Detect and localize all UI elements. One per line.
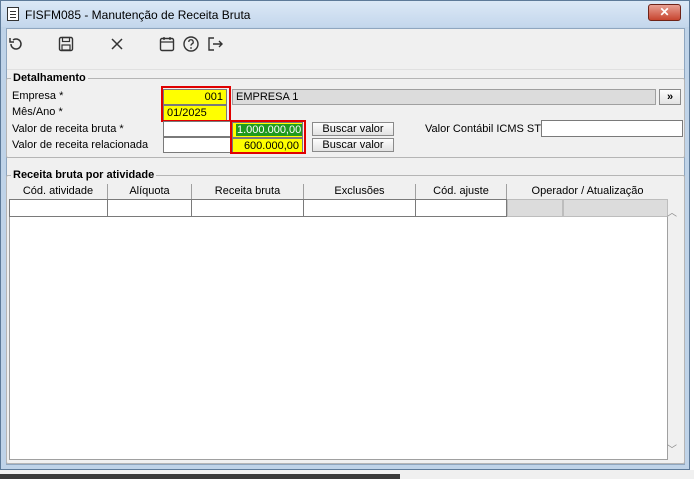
close-icon[interactable] (108, 35, 126, 53)
column-header[interactable]: Operador / Atualização (507, 184, 668, 199)
detalhamento-legend: Detalhamento (13, 72, 86, 84)
column-header[interactable]: Cód. ajuste (416, 184, 507, 199)
receita-atividade-grid[interactable] (9, 184, 668, 460)
grid-cell-exclusoes[interactable] (303, 199, 416, 217)
receita-atividade-legend: Receita bruta por atividade (13, 169, 155, 181)
grid-cell-cod-atividade[interactable] (9, 199, 108, 217)
refresh-icon[interactable] (7, 35, 25, 53)
empresa-name-field: EMPRESA 1 (232, 89, 656, 105)
valor-receita-relacionada-blank (163, 137, 231, 153)
column-header[interactable]: Cód. atividade (9, 184, 108, 199)
column-header[interactable]: Alíquota (108, 184, 192, 199)
empresa-label: Empresa * (12, 90, 64, 102)
scroll-up-icon[interactable]: ︿ (667, 204, 677, 219)
grid-cell-receita-bruta[interactable] (191, 199, 304, 217)
valor-receita-bruta-field[interactable]: 1.000.000,00 (232, 122, 303, 138)
column-header[interactable]: Receita bruta (192, 184, 304, 199)
mes-ano-label: Mês/Ano * (12, 106, 63, 118)
column-header[interactable]: Exclusões (304, 184, 416, 199)
valor-receita-relacionada-field[interactable]: 600.000,00 (232, 138, 303, 154)
grid-cell-aliquota[interactable] (107, 199, 192, 217)
buscar-valor-relacionada-button[interactable]: Buscar valor (312, 138, 394, 152)
valor-contabil-field[interactable] (541, 120, 683, 137)
toolbar-separator (7, 69, 684, 70)
buscar-valor-button[interactable]: Buscar valor (312, 122, 394, 136)
window-close-button[interactable]: ✕ (648, 4, 681, 21)
help-icon[interactable] (182, 35, 200, 53)
empresa-code-field[interactable]: 001 (163, 89, 227, 105)
document-icon (7, 7, 19, 21)
valor-receita-bruta-selection: 1.000.000,00 (236, 124, 302, 136)
exit-icon[interactable] (206, 35, 224, 53)
title-bar: FISFM085 - Manutenção de Receita Bruta ✕ (1, 1, 689, 27)
save-icon[interactable] (57, 35, 75, 53)
valor-receita-bruta-blank (163, 121, 231, 137)
valor-receita-bruta-label: Valor de receita bruta * (12, 123, 124, 135)
app-window: FISFM085 - Manutenção de Receita Bruta ✕… (0, 0, 690, 470)
window-title: FISFM085 - Manutenção de Receita Bruta (25, 8, 251, 22)
grid-cell-cod-ajuste[interactable] (415, 199, 507, 217)
calendar-icon[interactable] (158, 35, 176, 53)
valor-receita-relacionada-label: Valor de receita relacionada (12, 139, 149, 151)
grid-cell-atualizacao (563, 199, 668, 217)
scroll-down-icon[interactable]: ﹀ (667, 441, 677, 456)
empresa-lookup-button[interactable]: » (659, 89, 681, 105)
taskbar-fragment (0, 474, 400, 479)
valor-contabil-label: Valor Contábil ICMS ST (425, 123, 541, 135)
grid-cell-operador (507, 199, 563, 217)
mes-ano-field[interactable]: 01/2025 (163, 105, 227, 121)
